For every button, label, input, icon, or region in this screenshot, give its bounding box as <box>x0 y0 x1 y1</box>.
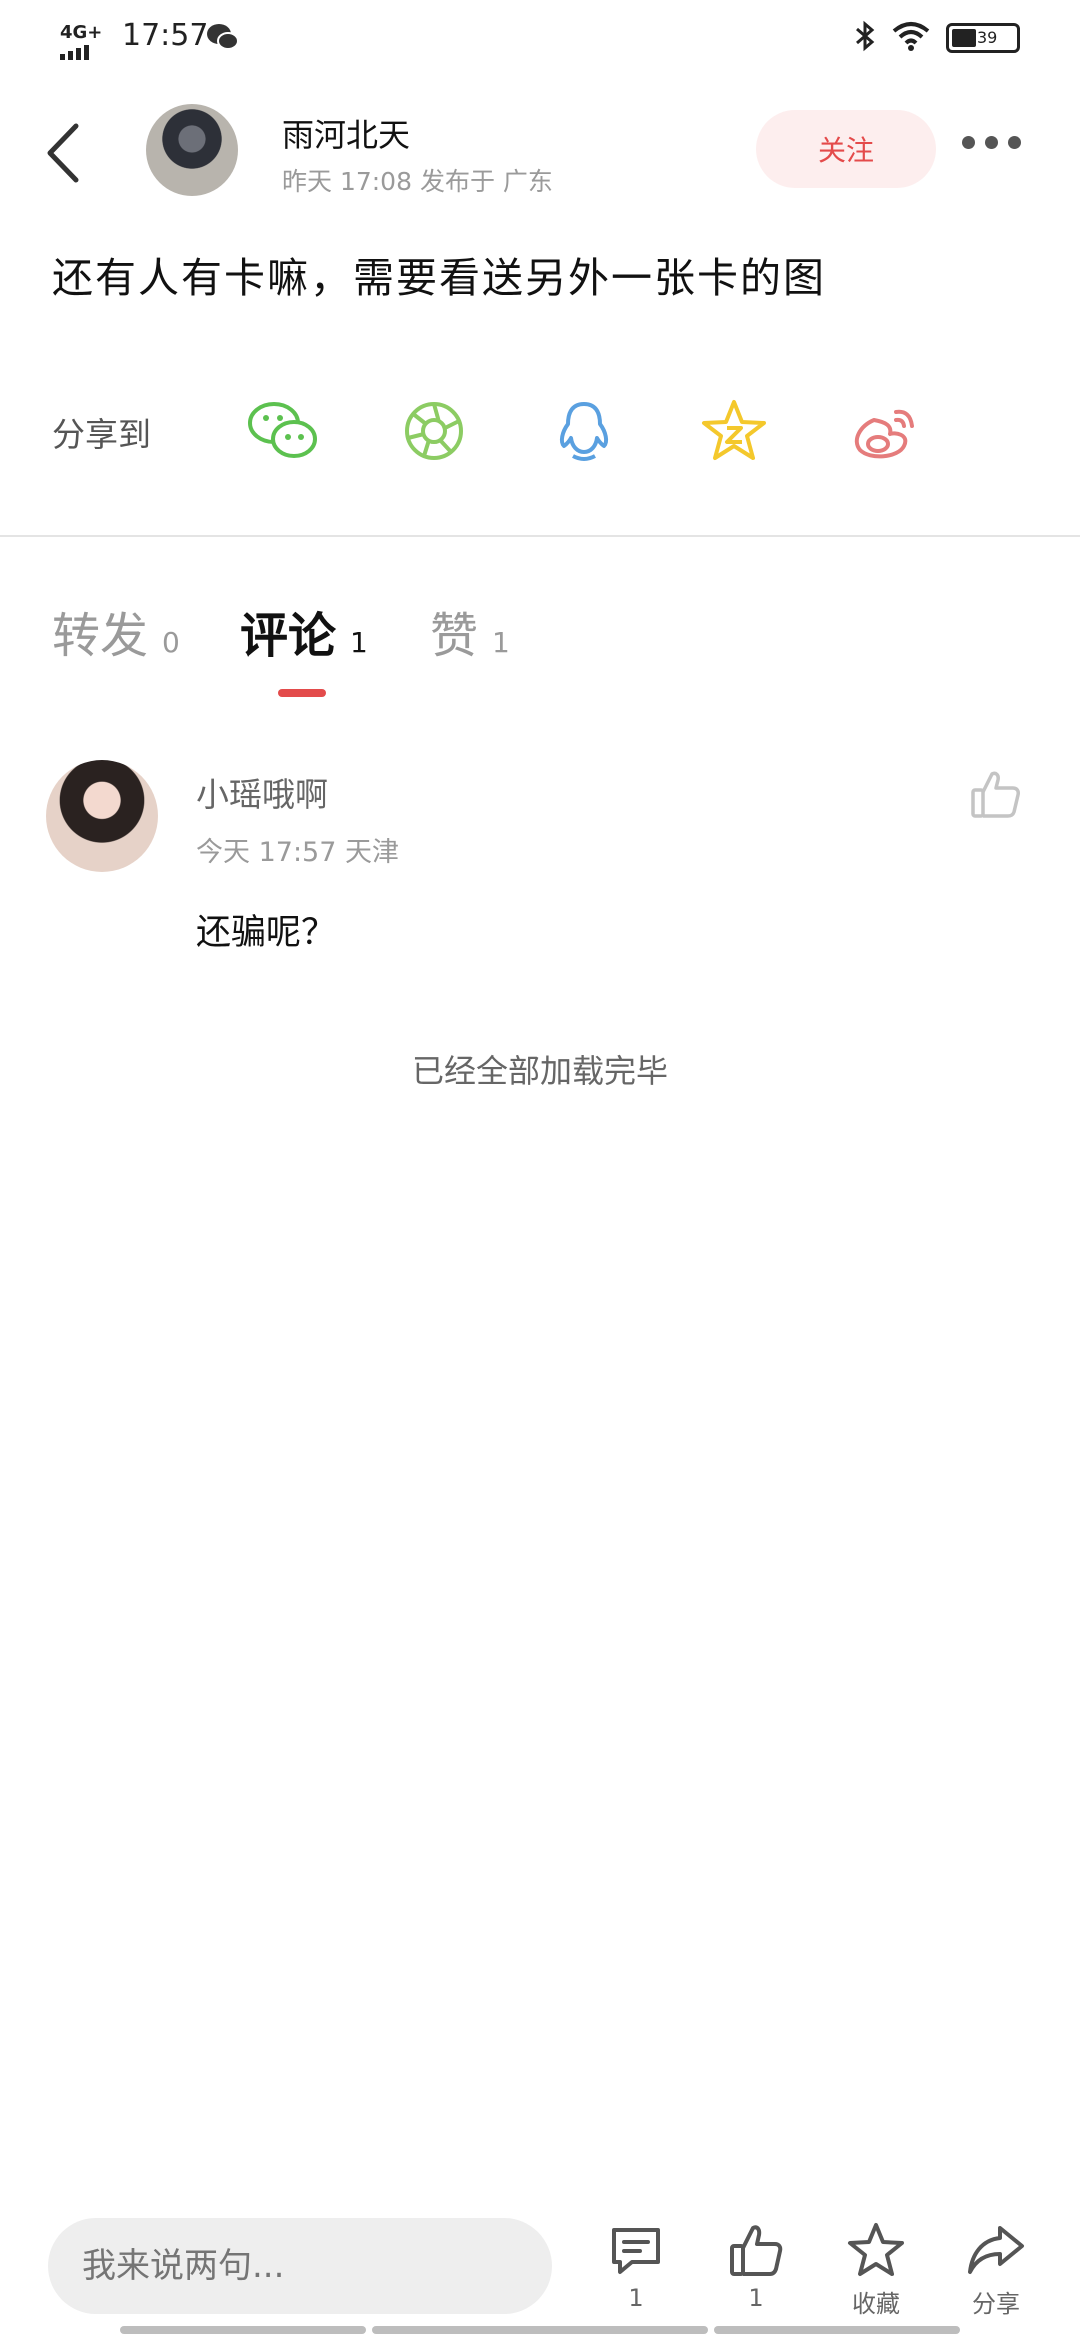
follow-button[interactable]: 关注 <box>756 110 936 188</box>
author-avatar[interactable] <box>146 104 238 196</box>
tab-label: 评论 <box>240 608 337 664</box>
share-arrow-icon <box>968 2226 1024 2274</box>
cellular-signal-icon: 4G+ <box>60 22 102 60</box>
status-bar: 4G+ 17:57 39 <box>0 0 1080 80</box>
thumbs-up-icon <box>971 771 1020 818</box>
status-icons: 39 <box>854 20 1020 56</box>
more-dot-icon <box>1008 136 1021 149</box>
comment-input[interactable] <box>48 2218 552 2314</box>
qq-icon <box>559 402 609 461</box>
comment-meta: 今天 17:57 天津 <box>196 837 399 868</box>
share-moments-button[interactable] <box>394 396 474 466</box>
end-of-list-text: 已经全部加载完毕 <box>411 1052 668 1090</box>
comments-count: 1 <box>628 2284 644 2312</box>
tab-count: 1 <box>492 626 510 659</box>
qzone-icon <box>702 400 766 460</box>
home-indicator-segment <box>714 2326 960 2334</box>
share-qq-button[interactable] <box>544 396 624 466</box>
share-wechat-button[interactable] <box>244 396 324 466</box>
moments-icon <box>405 402 463 460</box>
wechat-icon <box>248 402 317 458</box>
thumbs-up-icon <box>730 2225 783 2276</box>
battery-icon: 39 <box>946 23 1020 53</box>
comment-like-button[interactable] <box>968 766 1024 822</box>
favorite-label: 收藏 <box>852 2290 900 2318</box>
share-qzone-button[interactable] <box>694 396 774 466</box>
battery-level: 39 <box>977 28 998 47</box>
home-indicator-segment <box>372 2326 708 2334</box>
bluetooth-icon <box>854 20 876 56</box>
weibo-icon <box>854 409 914 459</box>
star-icon <box>848 2223 904 2276</box>
share-button[interactable]: 分享 <box>946 2220 1046 2319</box>
active-tab-indicator <box>278 689 326 697</box>
share-label: 分享 <box>972 2290 1020 2318</box>
tab-reposts[interactable]: 转发 0 <box>52 596 180 666</box>
home-indicator-segment <box>120 2326 366 2334</box>
author-name[interactable]: 雨河北天 <box>282 110 410 156</box>
likes-count: 1 <box>748 2284 764 2312</box>
tab-likes[interactable]: 赞 1 <box>430 596 510 666</box>
back-arrow-icon <box>47 123 79 183</box>
tab-comments[interactable]: 评论 1 <box>240 596 368 666</box>
tab-label: 赞 <box>430 608 479 664</box>
comment-text: 还骗呢？ <box>196 913 337 953</box>
tab-count: 0 <box>162 626 180 659</box>
share-label: 分享到 <box>52 415 151 454</box>
comments-button[interactable]: 1 <box>586 2220 686 2312</box>
section-divider <box>0 535 1080 537</box>
commenter-avatar[interactable] <box>46 760 158 872</box>
back-button[interactable] <box>40 118 90 188</box>
share-weibo-button[interactable] <box>844 396 924 466</box>
status-time: 17:57 <box>122 18 209 53</box>
post-meta: 昨天 17:08 发布于 广东 <box>282 167 553 196</box>
tab-label: 转发 <box>52 608 149 664</box>
favorite-button[interactable]: 收藏 <box>826 2220 926 2319</box>
like-button[interactable]: 1 <box>706 2220 806 2312</box>
wechat-notification-icon <box>206 22 240 56</box>
tab-count: 1 <box>350 626 368 659</box>
commenter-name[interactable]: 小瑶哦啊 <box>196 768 328 816</box>
more-dot-icon <box>985 136 998 149</box>
more-options-button[interactable] <box>962 136 1021 149</box>
post-text: 还有人有卡嘛，需要看送另外一张卡的图 <box>52 254 826 302</box>
network-type: 4G+ <box>60 22 103 43</box>
more-dot-icon <box>962 136 975 149</box>
wifi-icon <box>892 21 930 55</box>
comment-icon <box>612 2228 660 2274</box>
